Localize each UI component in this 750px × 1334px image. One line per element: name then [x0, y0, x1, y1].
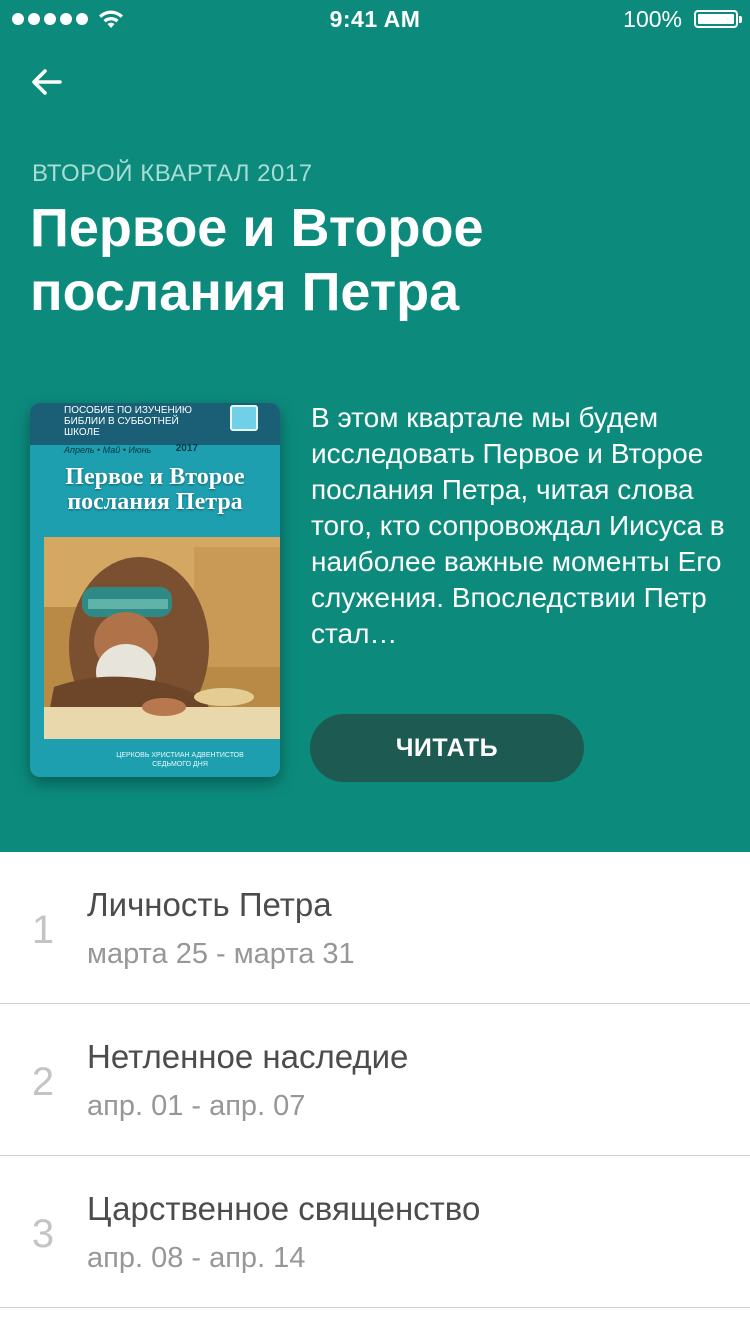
back-button[interactable]	[26, 60, 70, 104]
cover-months: Апрель • Май • Июнь	[64, 445, 152, 455]
lesson-number: 3	[31, 1212, 55, 1256]
cover-illustration	[44, 537, 280, 739]
lesson-title: Царственное священство	[87, 1190, 481, 1227]
lesson-item-2[interactable]: 2 Нетленное наследие апр. 01 - апр. 07	[0, 1004, 750, 1156]
lesson-dates: апр. 01 - апр. 07	[87, 1090, 306, 1122]
lesson-number: 1	[31, 908, 55, 952]
lesson-dates: апр. 08 - апр. 14	[87, 1242, 306, 1274]
quarter-label: ВТОРОЙ КВАРТАЛ 2017	[32, 160, 313, 187]
quarterly-description: В этом квартале мы будем исследовать Пер…	[311, 402, 725, 649]
cover-publisher: Церковь христиан адвентистов седьмого дн…	[116, 752, 244, 768]
lesson-item-3[interactable]: 3 Царственное священство апр. 08 - апр. …	[0, 1156, 750, 1308]
lesson-list: 1 Личность Петра марта 25 - марта 31 2 Н…	[0, 852, 750, 1308]
status-bar: 9:41 AM 100%	[0, 0, 750, 40]
battery-percentage: 100%	[623, 6, 682, 32]
cover-series-label: Пособие по изучению Библии в субботней ш…	[64, 405, 193, 438]
battery-icon	[694, 10, 742, 28]
cover-year: 2017	[175, 443, 198, 454]
lesson-title: Личность Петра	[87, 886, 332, 923]
cover-logo-icon	[230, 405, 258, 431]
cover-title: Первое и Второе послания Петра	[65, 464, 245, 515]
page-title: Первое и Второе послания Петра	[30, 198, 484, 322]
arrow-left-icon	[32, 69, 62, 95]
read-button[interactable]: ЧИТАТЬ	[310, 714, 584, 782]
lesson-dates: марта 25 - марта 31	[87, 938, 355, 970]
lesson-number: 2	[31, 1060, 55, 1104]
lesson-title: Нетленное наследие	[87, 1038, 409, 1075]
lesson-item-1[interactable]: 1 Личность Петра марта 25 - марта 31	[0, 852, 750, 1004]
quarterly-cover-image: Пособие по изучению Библии в субботней ш…	[30, 403, 280, 777]
quarterly-header: 9:41 AM 100% ВТОРОЙ КВАРТАЛ 2017 Первое …	[0, 0, 750, 852]
